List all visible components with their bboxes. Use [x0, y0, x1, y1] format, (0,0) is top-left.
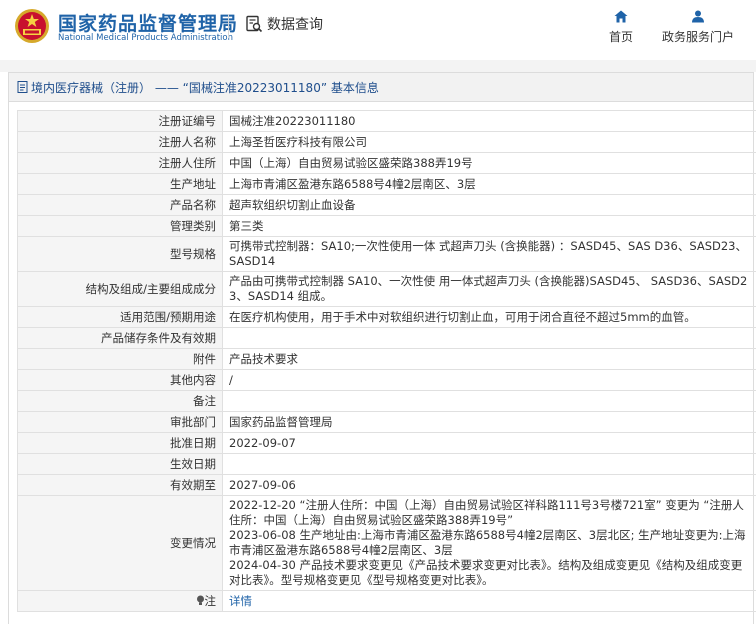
field-value: 详情 [223, 591, 756, 612]
table-row: 产品储存条件及有效期 [18, 328, 756, 349]
document-search-icon [245, 15, 263, 33]
table-row: 备注 [18, 391, 756, 412]
table-row: 注册证编号 国械注准20223011180 [18, 111, 756, 132]
table-row: 变更情况 2022-12-20 “注册人住所：中国（上海）自由贸易试验区祥科路1… [18, 496, 756, 591]
table-row: 批准日期 2022-09-07 [18, 433, 756, 454]
table-row: 生效日期 [18, 454, 756, 475]
document-icon [17, 81, 28, 93]
field-value: 2022-09-07 [223, 433, 756, 454]
site-header: 国家药品监督管理局 National Medical Products Admi… [0, 0, 756, 60]
nav-gov-service-portal[interactable]: 政务服务门户 [660, 10, 736, 45]
field-value: 国家药品监督管理局 [223, 412, 756, 433]
field-label: 产品名称 [18, 195, 223, 216]
field-value: 产品技术要求 [223, 349, 756, 370]
note-label: 注 [205, 594, 217, 608]
table-row: 注 详情 [18, 591, 756, 612]
field-value [223, 328, 756, 349]
field-label: 附件 [18, 349, 223, 370]
header-band [0, 60, 756, 72]
table-row: 结构及组成/主要组成成分 产品由可携带式控制器 SA10、一次性使 用一体式超声… [18, 272, 756, 307]
logo-title[interactable]: 国家药品监督管理局 [58, 9, 238, 36]
field-value: 超声软组织切割止血设备 [223, 195, 756, 216]
field-label: 批准日期 [18, 433, 223, 454]
field-value: / [223, 370, 756, 391]
field-label: 生产地址 [18, 174, 223, 195]
field-label: 审批部门 [18, 412, 223, 433]
field-value [223, 454, 756, 475]
field-label: 注 [18, 591, 223, 612]
table-row: 其他内容 / [18, 370, 756, 391]
table-row: 型号规格 可携带式控制器：SA10;一次性使用一体 式超声刀头 (含换能器) ：… [18, 237, 756, 272]
details-link[interactable]: 详情 [229, 594, 252, 608]
panel-title-bar: 境内医疗器械（注册） —— “国械注准20223011180” 基本信息 [9, 73, 753, 102]
table-row: 审批部门 国家药品监督管理局 [18, 412, 756, 433]
field-value: 中国（上海）自由贸易试验区盛荣路388弄19号 [223, 153, 756, 174]
table-row: 附件 产品技术要求 [18, 349, 756, 370]
lightbulb-icon [196, 595, 205, 606]
field-label: 型号规格 [18, 237, 223, 272]
table-row: 管理类别 第三类 [18, 216, 756, 237]
nav-home[interactable]: 首页 [606, 10, 636, 45]
field-value: 产品由可携带式控制器 SA10、一次性使 用一体式超声刀头 (含换能器)SASD… [223, 272, 756, 307]
field-label: 注册人名称 [18, 132, 223, 153]
device-info-table: 注册证编号 国械注准20223011180 注册人名称 上海圣哲医疗科技有限公司… [17, 110, 756, 612]
logo-subtitle: National Medical Products Administration [58, 33, 233, 43]
field-label: 其他内容 [18, 370, 223, 391]
field-value: 上海市青浦区盈港东路6588号4幢2层南区、3层 [223, 174, 756, 195]
data-query-label: 数据查询 [267, 14, 323, 34]
home-icon [614, 10, 628, 23]
field-value: 国械注准20223011180 [223, 111, 756, 132]
field-label: 有效期至 [18, 475, 223, 496]
table-row: 适用范围/预期用途 在医疗机构使用，用于手术中对软组织进行切割止血，可用于闭合直… [18, 307, 756, 328]
field-value: 第三类 [223, 216, 756, 237]
field-label: 管理类别 [18, 216, 223, 237]
field-label: 变更情况 [18, 496, 223, 591]
table-row: 注册人住所 中国（上海）自由贸易试验区盛荣路388弄19号 [18, 153, 756, 174]
field-label: 注册证编号 [18, 111, 223, 132]
field-value: 在医疗机构使用，用于手术中对软组织进行切割止血，可用于闭合直径不超过5mm的血管… [223, 307, 756, 328]
panel-title: 境内医疗器械（注册） —— “国械注准20223011180” 基本信息 [31, 79, 379, 96]
field-label: 注册人住所 [18, 153, 223, 174]
table-row: 有效期至 2027-09-06 [18, 475, 756, 496]
field-value: 上海圣哲医疗科技有限公司 [223, 132, 756, 153]
field-label: 结构及组成/主要组成成分 [18, 272, 223, 307]
table-row: 生产地址 上海市青浦区盈港东路6588号4幢2层南区、3层 [18, 174, 756, 195]
field-label: 备注 [18, 391, 223, 412]
field-value: 2027-09-06 [223, 475, 756, 496]
table-row: 注册人名称 上海圣哲医疗科技有限公司 [18, 132, 756, 153]
field-label: 产品储存条件及有效期 [18, 328, 223, 349]
data-query-link[interactable]: 数据查询 [245, 14, 323, 34]
national-emblem-icon [14, 8, 50, 44]
table-row: 产品名称 超声软组织切割止血设备 [18, 195, 756, 216]
field-label: 生效日期 [18, 454, 223, 475]
nav-home-label: 首页 [609, 30, 633, 44]
detail-panel: 境内医疗器械（注册） —— “国械注准20223011180” 基本信息 注册证… [8, 72, 754, 624]
user-icon [691, 10, 705, 23]
field-value: 可携带式控制器：SA10;一次性使用一体 式超声刀头 (含换能器) ：SASD4… [223, 237, 756, 272]
change-history: 2022-12-20 “注册人住所：中国（上海）自由贸易试验区祥科路111号3号… [223, 496, 756, 591]
field-value [223, 391, 756, 412]
nav-portal-label: 政务服务门户 [662, 30, 734, 44]
header-divider [228, 14, 229, 38]
field-label: 适用范围/预期用途 [18, 307, 223, 328]
